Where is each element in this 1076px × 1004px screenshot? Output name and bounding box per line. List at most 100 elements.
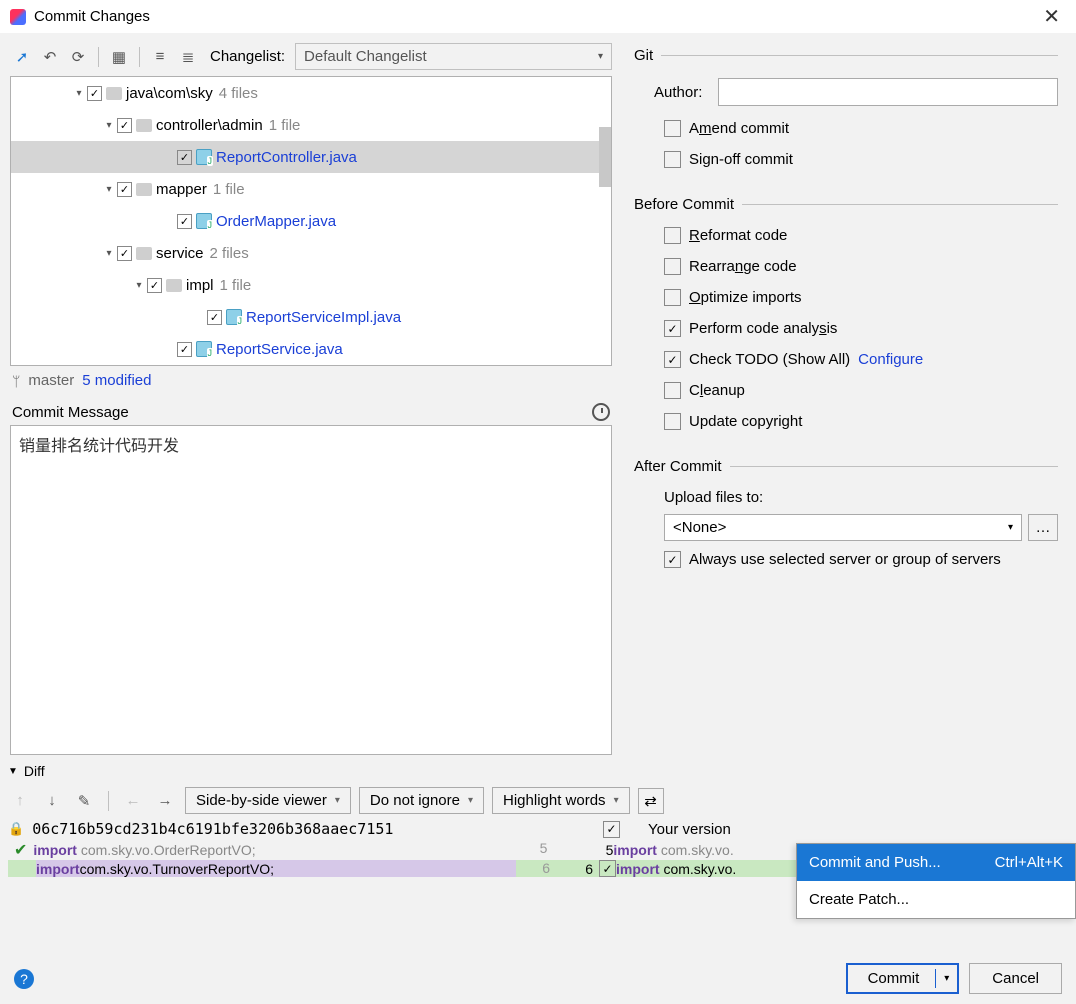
highlight-select[interactable]: Highlight words▾: [492, 787, 630, 814]
signoff-checkbox[interactable]: [664, 151, 681, 168]
folder-icon: [166, 279, 182, 292]
history-icon[interactable]: [592, 403, 610, 421]
file-checkbox[interactable]: [87, 86, 102, 101]
copyright-checkbox[interactable]: [664, 413, 681, 430]
java-file-icon: [196, 341, 212, 357]
file-checkbox[interactable]: [177, 342, 192, 357]
file-checkbox[interactable]: [177, 214, 192, 229]
viewer-mode-select[interactable]: Side-by-side viewer▾: [185, 787, 351, 814]
branch-name: master: [28, 372, 74, 389]
upload-browse-button[interactable]: …: [1028, 514, 1058, 541]
tree-row[interactable]: ReportService.java: [11, 333, 611, 365]
node-label: java\com\sky: [126, 85, 213, 102]
node-count: 1 file: [269, 117, 301, 134]
modified-count[interactable]: 5 modified: [82, 372, 151, 389]
file-checkbox[interactable]: [117, 246, 132, 261]
reformat-label: Reformat code: [689, 227, 787, 244]
always-checkbox[interactable]: [664, 551, 681, 568]
java-file-icon: [226, 309, 242, 325]
author-label: Author:: [654, 84, 718, 101]
reload-icon[interactable]: ⟳: [66, 45, 90, 69]
folder-icon: [136, 247, 152, 260]
create-patch-item[interactable]: Create Patch...: [797, 881, 1075, 918]
group-icon[interactable]: ▦: [107, 45, 131, 69]
analysis-checkbox[interactable]: [664, 320, 681, 337]
collapse-triangle-icon: ▼: [8, 766, 18, 777]
ignore-select[interactable]: Do not ignore▾: [359, 787, 484, 814]
expand-arrow-icon[interactable]: ▾: [101, 120, 117, 131]
prev-diff-icon[interactable]: ↑: [8, 789, 32, 813]
back-icon[interactable]: ←: [121, 789, 145, 813]
help-button[interactable]: ?: [14, 969, 34, 989]
expand-arrow-icon[interactable]: ▾: [101, 248, 117, 259]
todo-checkbox[interactable]: [664, 351, 681, 368]
diff-label: Diff: [24, 763, 45, 779]
optimize-checkbox[interactable]: [664, 289, 681, 306]
footer: ? Commit ▾ Cancel: [0, 953, 1076, 1004]
edit-icon[interactable]: ✎: [72, 789, 96, 813]
file-checkbox[interactable]: [117, 118, 132, 133]
apply-checkbox[interactable]: [603, 821, 620, 838]
analysis-label: Perform code analysis: [689, 320, 837, 337]
tree-row[interactable]: OrderMapper.java: [11, 205, 611, 237]
tree-row[interactable]: ReportController.java: [11, 141, 611, 173]
tree-row[interactable]: ▾mapper1 file: [11, 173, 611, 205]
commit-dropdown-menu: Commit and Push...Ctrl+Alt+K Create Patc…: [796, 843, 1076, 919]
window-title: Commit Changes: [34, 8, 1037, 25]
git-section-label: Git: [634, 47, 653, 64]
file-checkbox[interactable]: [117, 182, 132, 197]
cancel-button[interactable]: Cancel: [969, 963, 1062, 994]
scrollbar-thumb[interactable]: [599, 127, 611, 187]
refresh-icon[interactable]: ➚: [10, 45, 34, 69]
node-label: controller\admin: [156, 117, 263, 134]
java-file-icon: [196, 213, 212, 229]
tree-row[interactable]: ReportServiceImpl.java: [11, 301, 611, 333]
signoff-label: Sign-off commit: [689, 151, 793, 168]
sync-scroll-button[interactable]: ⇄: [638, 788, 664, 814]
commit-and-push-item[interactable]: Commit and Push...Ctrl+Alt+K: [797, 844, 1075, 881]
cleanup-checkbox[interactable]: [664, 382, 681, 399]
file-checkbox[interactable]: [177, 150, 192, 165]
commit-message-input[interactable]: [10, 425, 612, 755]
file-checkbox[interactable]: [207, 310, 222, 325]
commit-dropdown-toggle[interactable]: ▾: [935, 969, 957, 988]
expand-arrow-icon[interactable]: ▾: [71, 88, 87, 99]
configure-link[interactable]: Configure: [858, 351, 923, 368]
tree-row[interactable]: ▾ controller\admin 1 file: [11, 109, 611, 141]
changelist-select[interactable]: Default Changelist ▾: [295, 43, 612, 70]
expand-arrow-icon[interactable]: ▾: [131, 280, 147, 291]
amend-checkbox[interactable]: [664, 120, 681, 137]
tree-row[interactable]: ▾service2 files: [11, 237, 611, 269]
chevron-down-icon: ▾: [1008, 522, 1013, 533]
folder-icon: [136, 183, 152, 196]
node-count: 1 file: [220, 277, 252, 294]
close-icon[interactable]: ✕: [1037, 4, 1066, 29]
your-version-label: Your version: [648, 821, 1068, 838]
separator: [139, 47, 140, 67]
forward-icon[interactable]: →: [153, 789, 177, 813]
undo-icon[interactable]: ↶: [38, 45, 62, 69]
rearrange-checkbox[interactable]: [664, 258, 681, 275]
upload-select[interactable]: <None> ▾: [664, 514, 1022, 541]
node-label: ReportController.java: [216, 149, 357, 166]
tree-row[interactable]: ▾ java\com\sky 4 files: [11, 77, 611, 109]
commit-button[interactable]: Commit ▾: [846, 963, 960, 994]
reformat-checkbox[interactable]: [664, 227, 681, 244]
node-label: OrderMapper.java: [216, 213, 336, 230]
node-count: 1 file: [213, 181, 245, 198]
expand-icon[interactable]: ≡: [148, 45, 172, 69]
tree-row[interactable]: ▾impl1 file: [11, 269, 611, 301]
node-count: 2 files: [210, 245, 249, 262]
copyright-label: Update copyright: [689, 413, 802, 430]
chevron-down-icon: ▾: [598, 51, 603, 62]
collapse-icon[interactable]: ≣: [176, 45, 200, 69]
next-diff-icon[interactable]: ↓: [40, 789, 64, 813]
node-label: ReportService.java: [216, 341, 343, 358]
node-count: 4 files: [219, 85, 258, 102]
diff-header[interactable]: ▼ Diff: [0, 759, 1076, 783]
file-checkbox[interactable]: [147, 278, 162, 293]
line-checkbox[interactable]: [599, 860, 616, 877]
expand-arrow-icon[interactable]: ▾: [101, 184, 117, 195]
author-input[interactable]: [718, 78, 1058, 106]
file-tree[interactable]: ▾ java\com\sky 4 files ▾ controller\admin 1 f…: [10, 76, 612, 366]
